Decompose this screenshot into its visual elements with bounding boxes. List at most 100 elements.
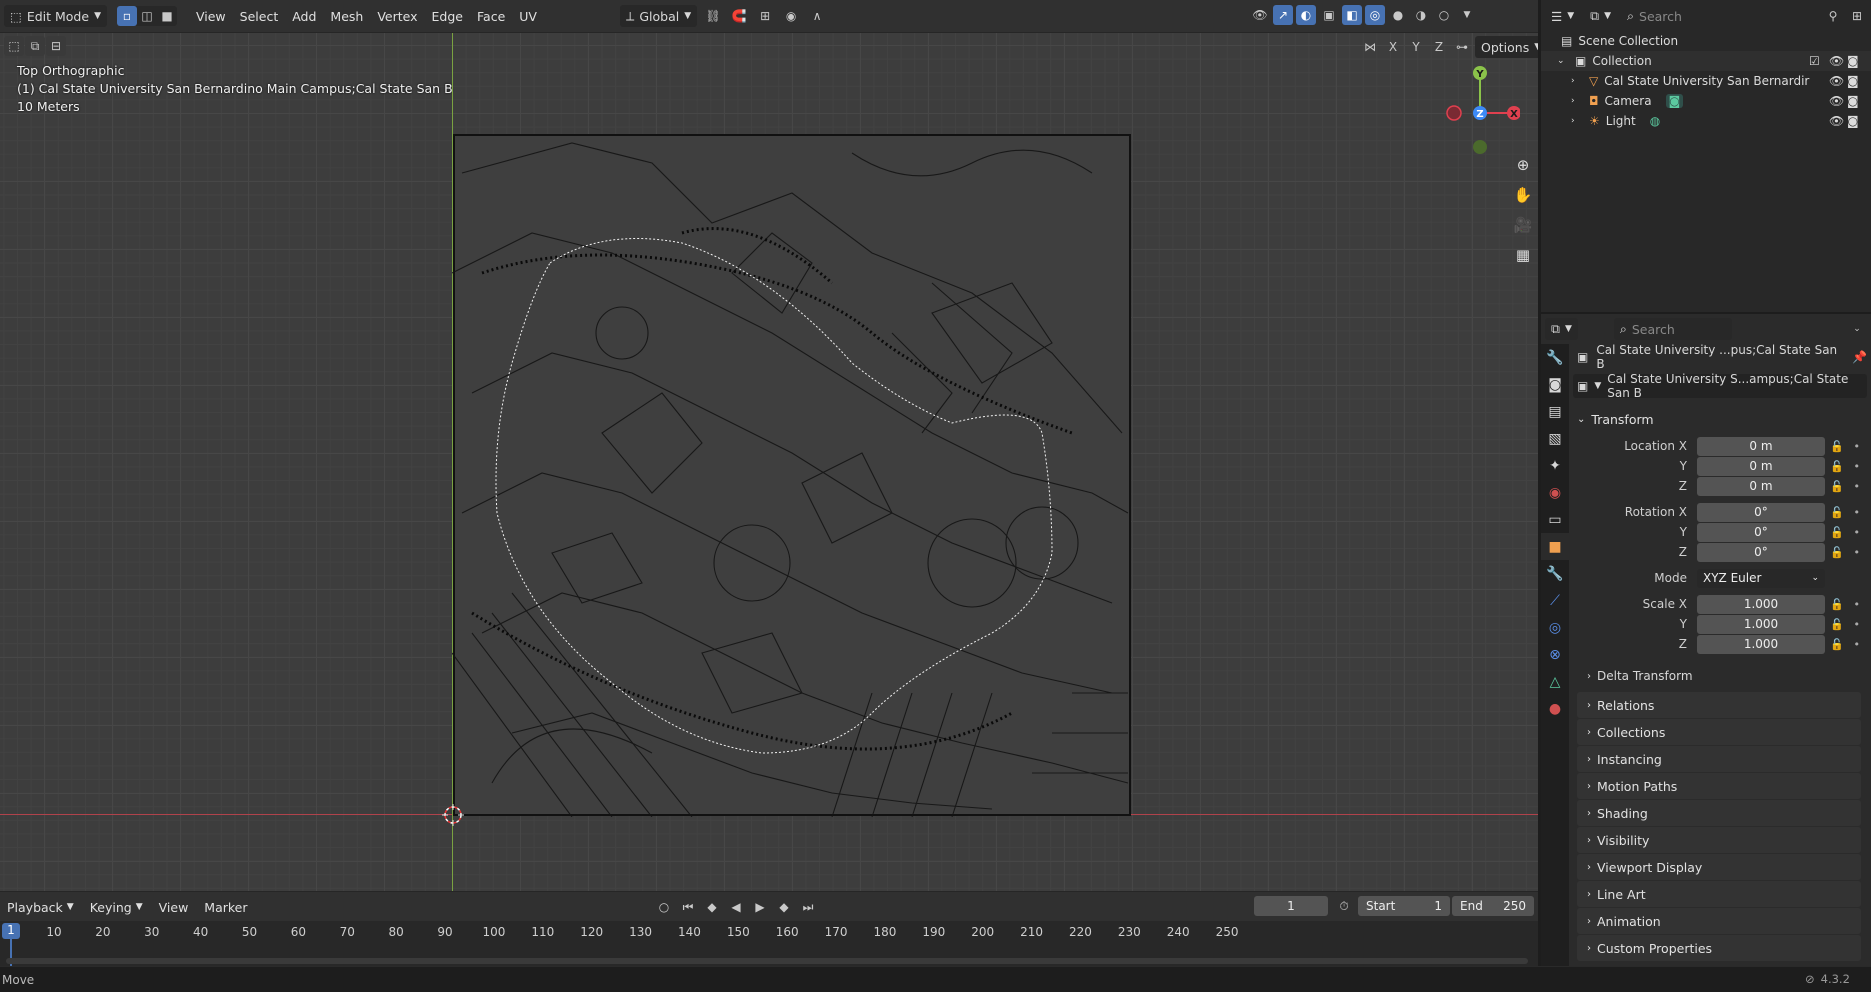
rendered-shading-icon[interactable]: ○ — [1434, 5, 1454, 25]
outliner-display-mode[interactable]: ⧉ ▼ — [1584, 5, 1617, 27]
camera-render-icon[interactable]: ◙ — [1847, 94, 1859, 108]
mesh-data-tab-icon[interactable]: △ — [1541, 668, 1569, 695]
world-tab-icon[interactable]: ◉ — [1541, 479, 1569, 506]
camera-render-icon[interactable]: ◙ — [1847, 114, 1859, 128]
face-select-mode-button[interactable]: ■ — [157, 6, 177, 26]
camera-render-icon[interactable]: ◙ — [1847, 54, 1859, 68]
gizmo-icon[interactable]: ↗ — [1273, 5, 1293, 25]
constraints-tab-icon[interactable]: ⊗ — [1541, 641, 1569, 668]
snap-target-icon[interactable]: ⊞ — [755, 6, 775, 26]
timeline-body[interactable]: 10 20 30 40 50 60 70 80 90 100 110 120 130 140 150 160 1… — [0, 921, 1538, 966]
properties-search[interactable]: ⌕ Search — [1613, 318, 1732, 340]
zoom-icon[interactable]: ⊕ — [1509, 151, 1537, 179]
playhead[interactable]: 1 — [2, 923, 20, 939]
proportional-edit-icon[interactable]: ◉ — [781, 6, 801, 26]
keyframe-dot-icon[interactable]: • — [1854, 638, 1861, 651]
next-keyframe-icon[interactable]: ◆ — [774, 897, 794, 917]
prev-keyframe-icon[interactable]: ◆ — [702, 897, 722, 917]
camera-view-icon[interactable]: 🎥 — [1509, 211, 1537, 239]
menu-add[interactable]: Add — [285, 5, 323, 27]
campus-mesh-wireframe[interactable] — [452, 133, 1132, 817]
wireframe-shading-icon[interactable]: ◎ — [1365, 5, 1385, 25]
snap-icon[interactable]: 🧲 — [729, 6, 749, 26]
new-collection-icon[interactable]: ⊞ — [1847, 6, 1867, 26]
auto-merge-icon[interactable]: ⊶ — [1452, 37, 1472, 57]
panel-line-art[interactable]: › Line Art — [1577, 881, 1861, 907]
tool-tab-icon[interactable]: 🔧 — [1541, 344, 1569, 371]
lock-icon[interactable]: 🔓 — [1830, 440, 1844, 453]
render-tab-icon[interactable]: ◙ — [1541, 371, 1569, 398]
play-icon[interactable]: ▶ — [750, 897, 770, 917]
modifier-tab-icon[interactable]: 🔧 — [1541, 560, 1569, 587]
mirror-icon[interactable]: ⋈ — [1360, 37, 1380, 57]
clock-icon[interactable]: ⏱ — [1334, 896, 1354, 916]
end-frame-field[interactable]: End 250 — [1452, 896, 1534, 916]
checkbox-icon[interactable]: ☑ — [1809, 54, 1820, 68]
edge-select-mode-button[interactable]: ◫ — [137, 6, 157, 26]
camera-render-icon[interactable]: ◙ — [1847, 74, 1859, 88]
keyframe-dot-icon[interactable]: • — [1854, 440, 1861, 453]
timeline-marker-menu[interactable]: Marker — [197, 896, 254, 918]
lock-icon[interactable]: 🔓 — [1830, 460, 1844, 473]
mirror-x-toggle[interactable]: X — [1383, 37, 1403, 57]
lock-icon[interactable]: 🔓 — [1830, 480, 1844, 493]
location-z-field[interactable]: 0 m — [1697, 476, 1825, 496]
record-icon[interactable]: ○ — [654, 897, 674, 917]
timeline-keying-menu[interactable]: Keying ▼ — [83, 896, 150, 918]
outliner-search[interactable]: ⌕ Search — [1621, 5, 1739, 27]
outliner-editor-type[interactable]: ☰ ▼ — [1545, 5, 1581, 27]
xray-mesh-icon[interactable]: ▣ — [1319, 5, 1339, 25]
jump-start-icon[interactable]: ⏮ — [678, 897, 698, 917]
material-shading-icon[interactable]: ◑ — [1411, 5, 1431, 25]
menu-mesh[interactable]: Mesh — [323, 5, 370, 27]
panel-collections[interactable]: › Collections — [1577, 719, 1861, 745]
timeline-view-menu[interactable]: View — [152, 896, 196, 918]
jump-end-icon[interactable]: ⏭ — [798, 897, 818, 917]
chevron-down-icon[interactable]: ⌄ — [1847, 319, 1867, 339]
play-reverse-icon[interactable]: ◀ — [726, 897, 746, 917]
keyframe-dot-icon[interactable]: • — [1854, 460, 1861, 473]
vertex-select-mode-button[interactable]: ▫ — [116, 6, 137, 26]
object-name[interactable]: Cal State University ...pus;Cal State Sa… — [1596, 343, 1844, 371]
particles-tab-icon[interactable]: ⟋ — [1541, 587, 1569, 614]
panel-visibility[interactable]: › Visibility — [1577, 827, 1861, 853]
ortho-grid-icon[interactable]: ▦ — [1509, 241, 1537, 269]
lock-icon[interactable]: 🔓 — [1830, 618, 1844, 631]
outliner-scene-collection[interactable]: ▤ Scene Collection — [1541, 31, 1871, 51]
panel-viewport-display[interactable]: › Viewport Display — [1577, 854, 1861, 880]
keyframe-dot-icon[interactable]: • — [1854, 598, 1861, 611]
3d-cursor-icon[interactable] — [442, 804, 464, 826]
pin-icon[interactable]: 📌 — [1852, 350, 1867, 364]
scale-y-field[interactable]: 1.000 — [1697, 614, 1825, 634]
frame-ruler[interactable]: 10 20 30 40 50 60 70 80 90 100 110 120 130 140 150 160 1… — [0, 921, 1538, 943]
lock-icon[interactable]: 🔓 — [1830, 598, 1844, 611]
lock-icon[interactable]: 🔓 — [1830, 506, 1844, 519]
properties-editor-type[interactable]: ⧉ ▼ — [1545, 318, 1578, 340]
eye-icon[interactable]: 👁 — [1829, 54, 1844, 68]
falloff-icon[interactable]: ∧ — [807, 6, 827, 26]
menu-vertex[interactable]: Vertex — [370, 5, 424, 27]
timeline-scrollbar[interactable] — [6, 958, 1528, 964]
mirror-z-toggle[interactable]: Z — [1429, 37, 1449, 57]
keyframe-dot-icon[interactable]: • — [1854, 526, 1861, 539]
start-frame-field[interactable]: Start 1 — [1358, 896, 1450, 916]
overlays-icon[interactable]: ◐ — [1296, 5, 1316, 25]
collection-tab-icon[interactable]: ▭ — [1541, 506, 1569, 533]
camera-data-icon[interactable]: ◙ — [1665, 94, 1684, 108]
eye-icon[interactable]: 👁 — [1829, 74, 1844, 88]
scene-tab-icon[interactable]: ✦ — [1541, 452, 1569, 479]
menu-uv[interactable]: UV — [512, 5, 544, 27]
visibility-icon[interactable]: 👁 — [1250, 5, 1270, 25]
panel-shading[interactable]: › Shading — [1577, 800, 1861, 826]
scale-z-field[interactable]: 1.000 — [1697, 634, 1825, 654]
xray-toggle-icon[interactable]: ◧ — [1342, 5, 1362, 25]
current-frame-field[interactable]: 1 — [1254, 896, 1328, 916]
keyframe-dot-icon[interactable]: • — [1854, 480, 1861, 493]
pan-hand-icon[interactable]: ✋ — [1509, 181, 1537, 209]
transform-panel-header[interactable]: ⌄ Transform — [1577, 406, 1861, 432]
3d-viewport[interactable]: ⬚ ⧉ ⊟ ⋈ X Y Z ⊶ Options ▼ Top Orthograph… — [0, 33, 1538, 891]
select-extend-icon[interactable]: ⧉ — [25, 36, 45, 56]
keyframe-dot-icon[interactable]: • — [1854, 546, 1861, 559]
select-subtract-icon[interactable]: ⊟ — [46, 36, 66, 56]
lock-icon[interactable]: 🔓 — [1830, 546, 1844, 559]
